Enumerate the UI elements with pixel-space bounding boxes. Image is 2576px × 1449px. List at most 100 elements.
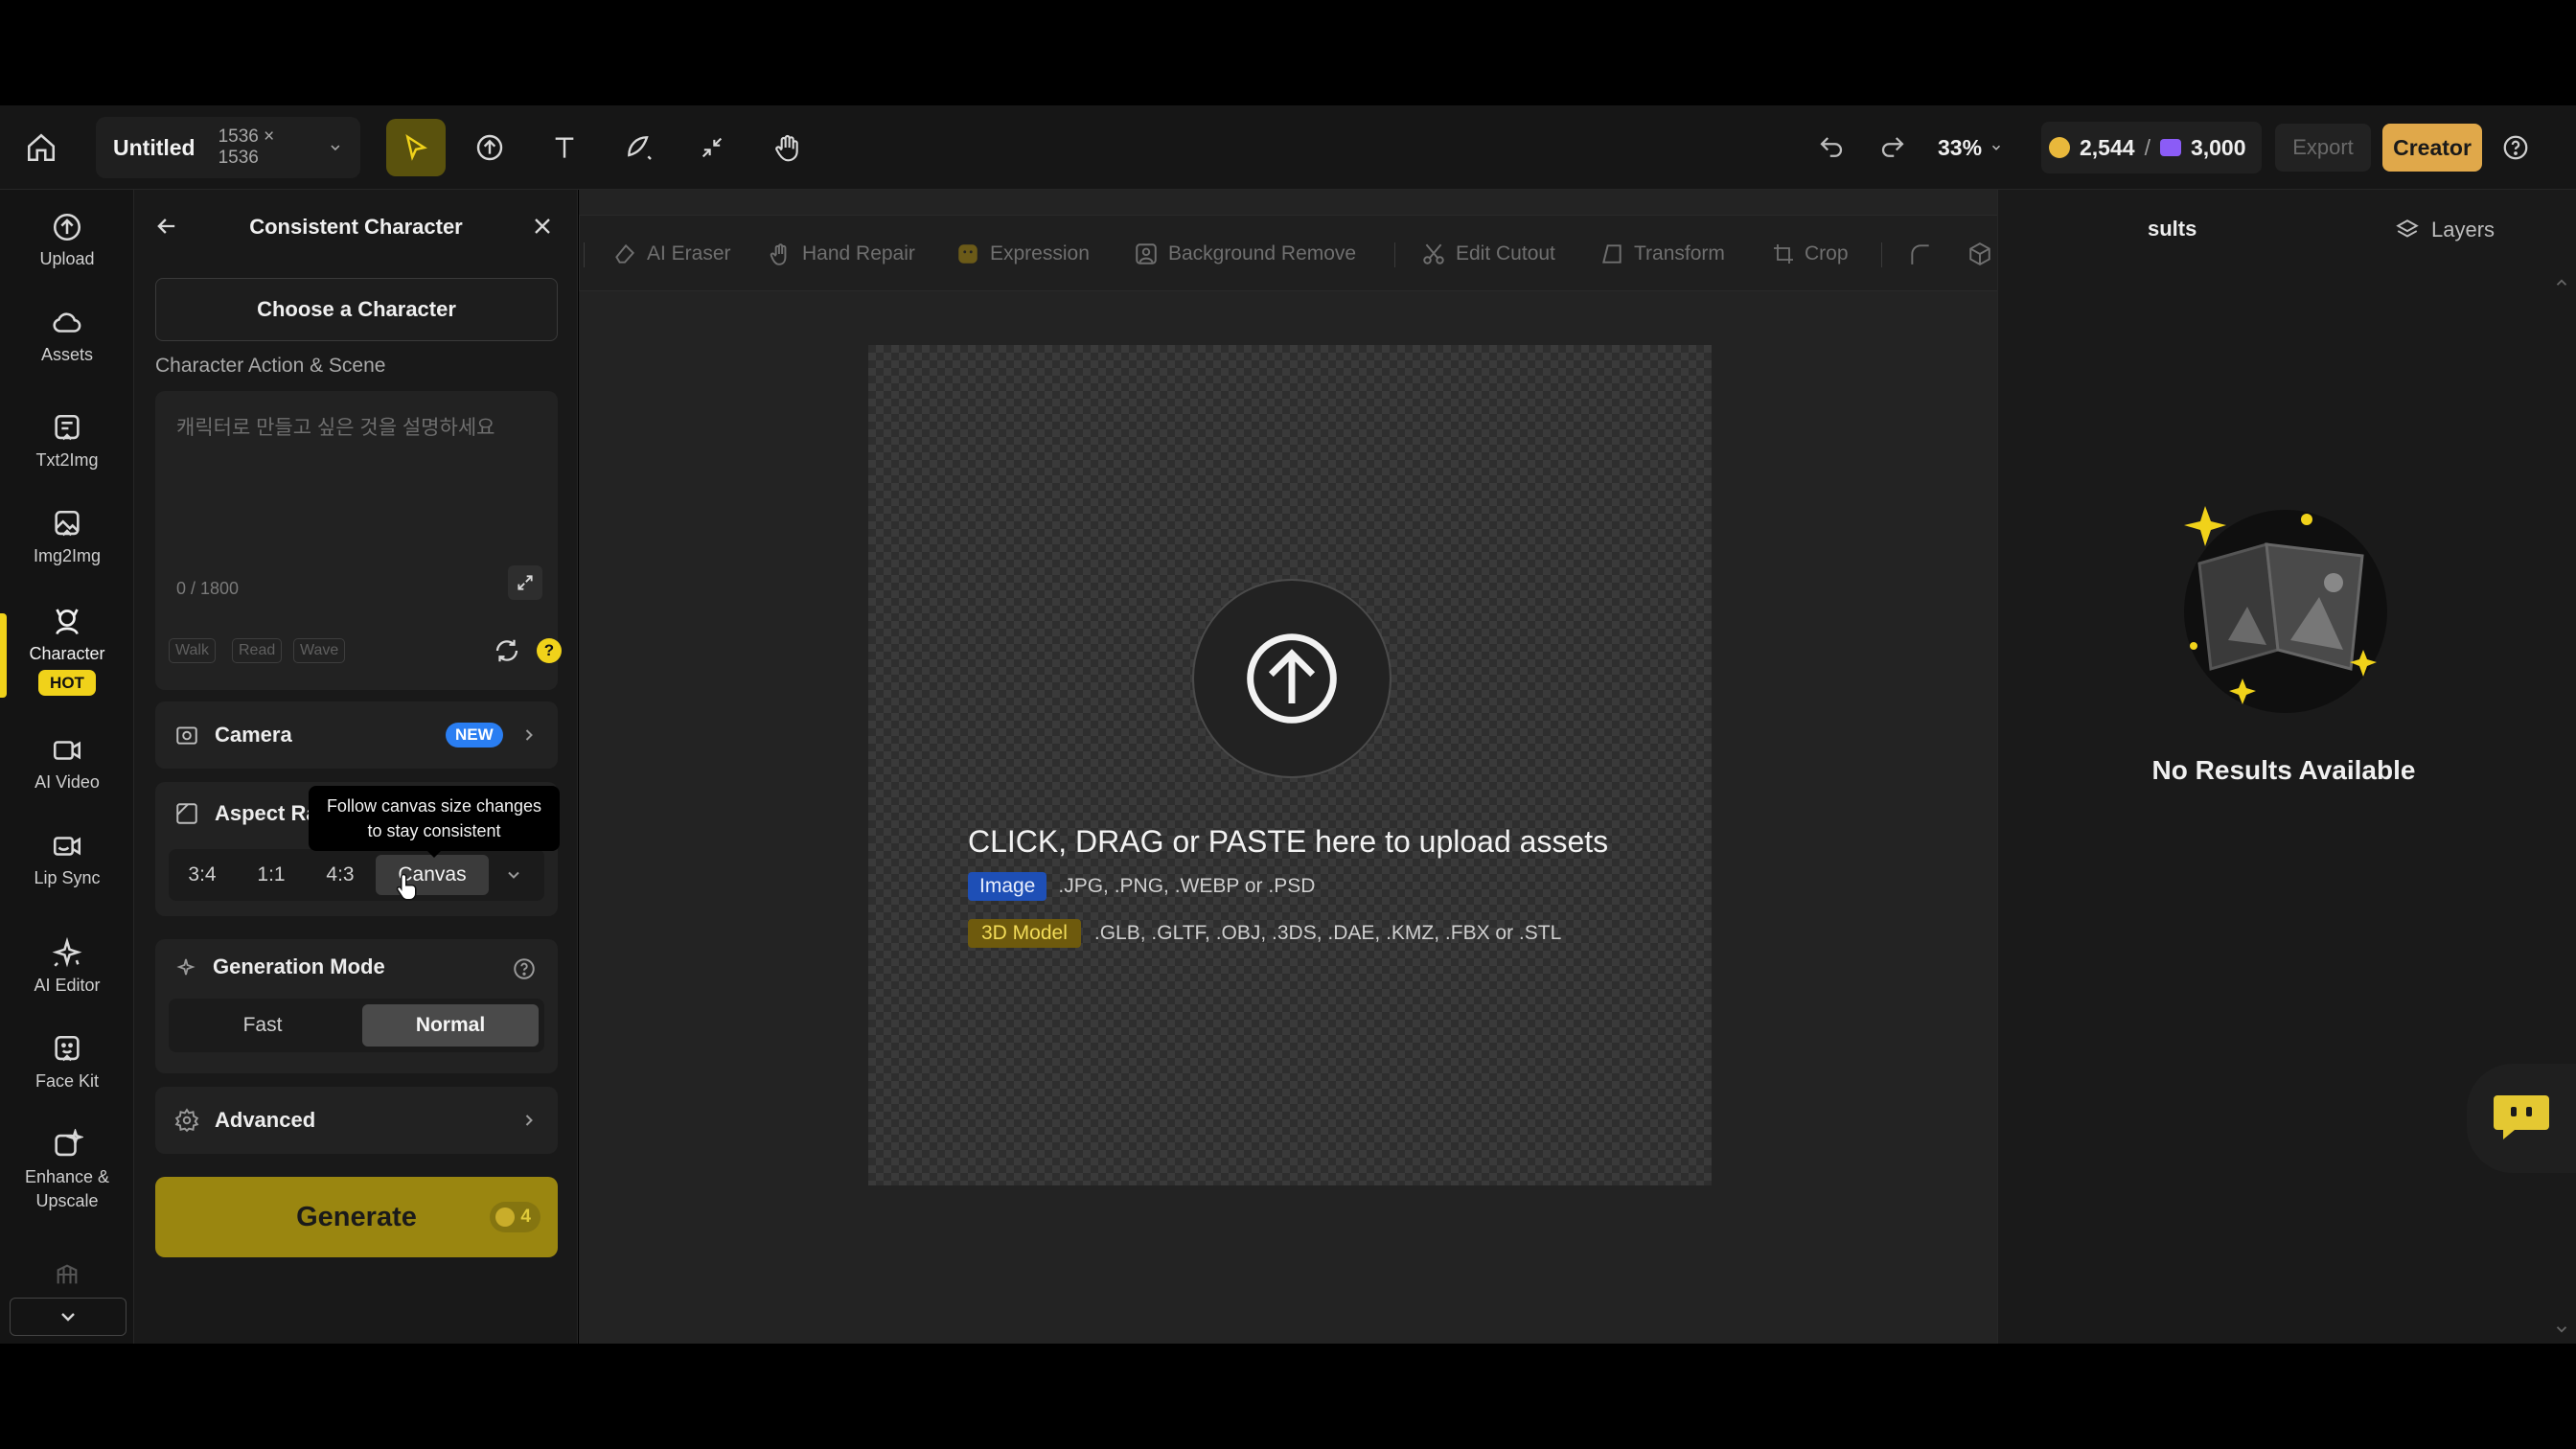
tab-results[interactable]: sults bbox=[2148, 217, 2196, 242]
export-button[interactable]: Export bbox=[2275, 124, 2371, 172]
credits-value: 2,544 bbox=[2080, 134, 2135, 160]
hot-badge: HOT bbox=[38, 670, 96, 696]
text-icon bbox=[555, 137, 574, 158]
help-button[interactable] bbox=[2501, 105, 2530, 190]
undo-icon bbox=[1820, 137, 1843, 157]
ratio-option-canvas[interactable]: Canvas bbox=[376, 855, 489, 895]
rail-item-face-kit[interactable]: Face Kit bbox=[0, 1033, 134, 1093]
help-icon bbox=[514, 958, 535, 979]
chat-support-button[interactable] bbox=[2467, 1064, 2576, 1173]
image-tag: Image bbox=[968, 872, 1047, 901]
compress-tool[interactable] bbox=[682, 119, 742, 176]
curve-tool[interactable] bbox=[1908, 216, 1943, 292]
chip-read[interactable]: Read bbox=[232, 638, 283, 663]
project-name: Untitled bbox=[113, 134, 196, 160]
suggestion-help-icon[interactable]: ? bbox=[537, 638, 562, 663]
ratio-option-1-1[interactable]: 1:1 bbox=[238, 855, 305, 895]
rail-item-label: Face Kit bbox=[34, 1071, 100, 1091]
canvas-ratio-tooltip: Follow canvas size changes to stay consi… bbox=[309, 786, 560, 851]
refresh-suggestions-button[interactable] bbox=[493, 636, 521, 665]
advanced-card[interactable]: Advanced bbox=[155, 1087, 558, 1154]
rail-expand-button[interactable] bbox=[10, 1298, 126, 1336]
cursor-icon bbox=[405, 134, 427, 161]
hand-icon bbox=[775, 134, 798, 162]
rail-item-ai-editor[interactable]: AI Editor bbox=[0, 937, 134, 998]
face-icon bbox=[958, 244, 978, 264]
creator-plan-button[interactable]: Creator bbox=[2382, 124, 2482, 172]
aspect-ratio-options: 3:4 1:1 4:3 Canvas bbox=[169, 849, 544, 901]
refresh-icon bbox=[495, 639, 518, 662]
shape-tool[interactable] bbox=[610, 119, 669, 176]
generation-mode-help[interactable] bbox=[512, 956, 537, 981]
hand-icon bbox=[770, 243, 787, 265]
tool-label: Edit Cutout bbox=[1456, 242, 1555, 264]
edit-cutout-tool[interactable]: Edit Cutout bbox=[1421, 216, 1555, 292]
camera-card[interactable]: Camera NEW bbox=[155, 702, 558, 769]
rail-item-label: Character bbox=[29, 644, 105, 663]
ratio-option-3-4[interactable]: 3:4 bbox=[169, 855, 236, 895]
text-tool[interactable] bbox=[535, 119, 594, 176]
hand-repair-tool[interactable]: Hand Repair bbox=[768, 216, 915, 292]
chevron-down-icon bbox=[508, 871, 519, 879]
rail-item-enhance-upscale[interactable]: Enhance & Upscale bbox=[0, 1129, 134, 1213]
redo-button[interactable] bbox=[1878, 105, 1907, 190]
upload-icon bbox=[53, 213, 81, 242]
scene-description-input[interactable]: 캐릭터로 만들고 싶은 것을 설명하세요 0 / 1800 Walk Read … bbox=[155, 391, 562, 690]
rail-item-character[interactable]: Character HOT bbox=[0, 604, 134, 696]
scroll-up-icon[interactable] bbox=[2553, 274, 2570, 291]
tab-layers[interactable]: Layers bbox=[2395, 211, 2495, 249]
ai-eraser-tool[interactable]: AI Eraser bbox=[612, 216, 731, 292]
project-title-selector[interactable]: Untitled 1536 × 1536 bbox=[96, 117, 360, 178]
expand-icon bbox=[518, 575, 533, 590]
left-rail: Upload Assets Txt2Img Img2Img Character … bbox=[0, 190, 134, 1344]
character-icon bbox=[56, 609, 79, 635]
upload-tool[interactable] bbox=[460, 119, 519, 176]
gear-icon bbox=[174, 1108, 199, 1133]
close-panel-button[interactable] bbox=[529, 213, 556, 240]
hand-tool[interactable] bbox=[757, 119, 816, 176]
upload-button[interactable] bbox=[1192, 579, 1392, 778]
transform-tool[interactable]: Transform bbox=[1599, 216, 1725, 292]
credits-display[interactable]: 2,544 / 3,000 bbox=[2041, 122, 2262, 173]
rail-item-label: Enhance & bbox=[24, 1167, 110, 1186]
aspect-ratio-icon bbox=[176, 803, 197, 824]
generate-cost-badge: 4 bbox=[490, 1202, 540, 1232]
mode-option-normal[interactable]: Normal bbox=[362, 1004, 539, 1046]
camera-icon bbox=[176, 726, 197, 745]
chevron-down-icon bbox=[61, 1313, 75, 1322]
rail-item-txt2img[interactable]: Txt2Img bbox=[0, 412, 134, 472]
expand-input-button[interactable] bbox=[508, 565, 542, 600]
crop-tool[interactable]: Crop bbox=[1772, 216, 1849, 292]
generate-button[interactable]: Generate 4 bbox=[155, 1177, 558, 1257]
layers-icon bbox=[2396, 219, 2419, 238]
expression-tool[interactable]: Expression bbox=[955, 216, 1090, 292]
rail-item-img2img[interactable]: Img2Img bbox=[0, 508, 134, 568]
toolbar-divider bbox=[584, 242, 585, 267]
background-remove-tool[interactable]: Background Remove bbox=[1134, 216, 1356, 292]
mode-option-fast[interactable]: Fast bbox=[169, 1004, 356, 1046]
zoom-selector[interactable]: 33% bbox=[1938, 122, 2003, 173]
upload-arrow-icon bbox=[1247, 633, 1337, 724]
choose-character-button[interactable]: Choose a Character bbox=[155, 278, 558, 341]
chip-wave[interactable]: Wave bbox=[293, 638, 346, 663]
ratio-more-dropdown[interactable] bbox=[504, 865, 523, 885]
image-formats: .JPG, .PNG, .WEBP or .PSD bbox=[1058, 875, 1316, 897]
chip-walk[interactable]: Walk bbox=[169, 638, 216, 663]
upload-instructions: CLICK, DRAG or PASTE here to upload asse… bbox=[968, 824, 1609, 859]
rail-item-lip-sync[interactable]: Lip Sync bbox=[0, 830, 134, 890]
scroll-down-icon[interactable] bbox=[2553, 1321, 2570, 1338]
rail-item-ai-video[interactable]: AI Video bbox=[0, 734, 134, 794]
select-tool[interactable] bbox=[386, 119, 446, 176]
chevron-down-icon bbox=[331, 145, 340, 151]
ratio-option-4-3[interactable]: 4:3 bbox=[307, 855, 374, 895]
undo-button[interactable] bbox=[1817, 105, 1846, 190]
scene-placeholder: 캐릭터로 만들고 싶은 것을 설명하세요 bbox=[176, 417, 495, 439]
home-button[interactable] bbox=[25, 105, 58, 190]
rail-item-assets[interactable]: Assets bbox=[0, 307, 134, 367]
tool-label: Crop bbox=[1805, 242, 1849, 264]
upload-drop-zone[interactable]: CLICK, DRAG or PASTE here to upload asse… bbox=[868, 345, 1712, 1185]
cloud-icon bbox=[53, 312, 81, 333]
rail-item-upload[interactable]: Upload bbox=[0, 211, 134, 271]
rail-item-more[interactable] bbox=[0, 1261, 134, 1292]
help-icon bbox=[2503, 135, 2528, 160]
